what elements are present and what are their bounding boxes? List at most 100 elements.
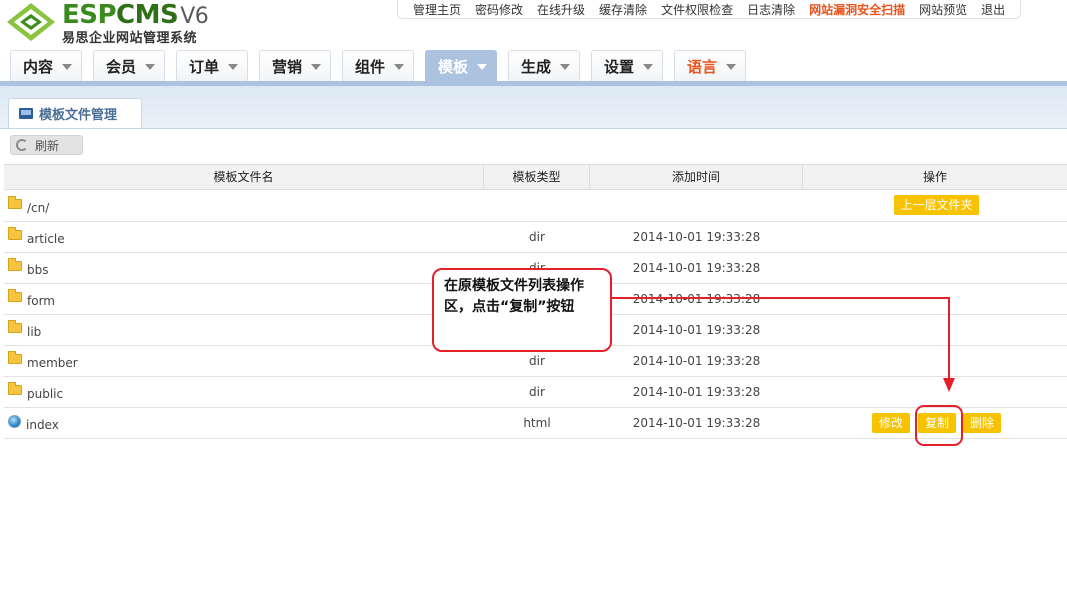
nav-template[interactable]: 模板 bbox=[425, 50, 497, 82]
file-name-cell[interactable]: bbs bbox=[4, 253, 484, 283]
toplink-clear-cache[interactable]: 缓存清除 bbox=[599, 1, 647, 18]
nav-label: 内容 bbox=[23, 58, 54, 76]
file-time bbox=[590, 191, 803, 221]
web-page-icon bbox=[8, 414, 21, 428]
file-name: bbs bbox=[27, 263, 49, 277]
arrow-down-icon bbox=[943, 378, 955, 392]
refresh-icon bbox=[16, 139, 28, 151]
refresh-button[interactable]: 刷新 bbox=[10, 135, 83, 155]
actions-cell bbox=[803, 222, 1067, 252]
logo-mark-icon bbox=[7, 3, 55, 41]
chevron-down-icon bbox=[62, 64, 72, 70]
file-type bbox=[484, 191, 590, 221]
annotation-arrow-line bbox=[948, 297, 950, 381]
folder-icon bbox=[8, 320, 22, 333]
toplink-home[interactable]: 管理主页 bbox=[413, 1, 461, 18]
folder-icon bbox=[8, 227, 22, 240]
logo: ESPCMSV6 易思企业网站管理系统 bbox=[4, 0, 219, 46]
nav-label: 模板 bbox=[438, 58, 469, 76]
main-nav: 内容 会员 订单 营销 组件 模板 生成 设置 语言 bbox=[0, 44, 1067, 82]
nav-content[interactable]: 内容 bbox=[10, 50, 82, 82]
sub-header: 模板文件管理 bbox=[0, 86, 1067, 129]
nav-language[interactable]: 语言 bbox=[674, 50, 746, 82]
toplink-logout[interactable]: 退出 bbox=[981, 1, 1005, 18]
nav-generate[interactable]: 生成 bbox=[508, 50, 580, 82]
file-time: 2014-10-01 19:33:28 bbox=[632, 261, 761, 275]
table-header: 模板文件名 模板类型 添加时间 操作 bbox=[4, 164, 1067, 190]
header-actions: 操作 bbox=[922, 170, 947, 184]
file-name: public bbox=[27, 387, 64, 401]
chevron-down-icon bbox=[228, 64, 238, 70]
delete-button[interactable]: 删除 bbox=[963, 413, 1001, 433]
chevron-down-icon bbox=[560, 64, 570, 70]
tab-label: 模板文件管理 bbox=[39, 108, 118, 123]
file-type: dir bbox=[529, 385, 545, 399]
chevron-down-icon bbox=[145, 64, 155, 70]
file-name-cell[interactable]: lib bbox=[4, 315, 484, 345]
brand-version: V6 bbox=[180, 4, 209, 29]
nav-order[interactable]: 订单 bbox=[176, 50, 248, 82]
nav-label: 设置 bbox=[604, 58, 635, 76]
file-type: html bbox=[523, 416, 551, 430]
toplink-upgrade[interactable]: 在线升级 bbox=[537, 1, 585, 18]
brand-part2: CMS bbox=[116, 0, 179, 30]
file-name-cell[interactable]: index bbox=[4, 408, 484, 438]
file-name-cell[interactable]: public bbox=[4, 377, 484, 407]
folder-icon bbox=[8, 289, 22, 302]
file-type: dir bbox=[529, 230, 545, 244]
file-time: 2014-10-01 19:33:28 bbox=[632, 354, 761, 368]
file-name-cell[interactable]: member bbox=[4, 346, 484, 376]
chevron-down-icon bbox=[643, 64, 653, 70]
file-name-cell[interactable]: /cn/ bbox=[4, 191, 484, 221]
nav-label: 会员 bbox=[106, 58, 137, 76]
chevron-down-icon bbox=[477, 64, 487, 70]
file-time: 2014-10-01 19:33:28 bbox=[632, 323, 761, 337]
toplink-permission-check[interactable]: 文件权限检查 bbox=[661, 1, 733, 18]
edit-button[interactable]: 修改 bbox=[872, 413, 910, 433]
file-name: article bbox=[27, 232, 65, 246]
nav-label: 订单 bbox=[189, 58, 220, 76]
actions-cell bbox=[803, 253, 1067, 283]
nav-marketing[interactable]: 营销 bbox=[259, 50, 331, 82]
file-name: form bbox=[27, 294, 55, 308]
toplink-password[interactable]: 密码修改 bbox=[475, 1, 523, 18]
tab-template-file-manage[interactable]: 模板文件管理 bbox=[8, 98, 142, 128]
file-name: index bbox=[26, 418, 59, 432]
actions-cell: 上一层文件夹 bbox=[803, 191, 1067, 221]
actions-cell bbox=[803, 346, 1067, 376]
file-time: 2014-10-01 19:33:28 bbox=[632, 385, 761, 399]
header-time: 添加时间 bbox=[590, 165, 803, 189]
actions-cell bbox=[803, 284, 1067, 314]
actions-cell bbox=[803, 377, 1067, 407]
annotation-arrow-line bbox=[612, 297, 950, 299]
file-name: lib bbox=[27, 325, 42, 339]
nav-label: 语言 bbox=[687, 58, 718, 76]
actions-cell bbox=[803, 315, 1067, 345]
folder-icon bbox=[8, 196, 22, 209]
chevron-down-icon bbox=[311, 64, 321, 70]
file-name-cell[interactable]: form bbox=[4, 284, 484, 314]
toplink-security-scan[interactable]: 网站漏洞安全扫描 bbox=[809, 1, 905, 18]
brand-part1: ESP bbox=[62, 0, 117, 30]
nav-label: 营销 bbox=[272, 58, 303, 76]
nav-label: 生成 bbox=[521, 58, 552, 76]
header-type: 模板类型 bbox=[484, 165, 590, 189]
toplink-preview[interactable]: 网站预览 bbox=[919, 1, 967, 18]
refresh-label: 刷新 bbox=[35, 138, 60, 153]
parent-folder-button[interactable]: 上一层文件夹 bbox=[894, 195, 979, 215]
table-row: article dir 2014-10-01 19:33:28 bbox=[4, 222, 1067, 253]
header-file-name: 模板文件名 bbox=[4, 165, 484, 189]
nav-member[interactable]: 会员 bbox=[93, 50, 165, 82]
table-row: /cn/ 上一层文件夹 bbox=[4, 191, 1067, 222]
folder-icon bbox=[8, 351, 22, 364]
monitor-icon bbox=[19, 108, 33, 119]
top-links-bar: 管理主页 密码修改 在线升级 缓存清除 文件权限检查 日志清除 网站漏洞安全扫描… bbox=[397, 0, 1022, 19]
nav-settings[interactable]: 设置 bbox=[591, 50, 663, 82]
file-name: member bbox=[27, 356, 78, 370]
toplink-clear-log[interactable]: 日志清除 bbox=[747, 1, 795, 18]
chevron-down-icon bbox=[394, 64, 404, 70]
copy-button-highlight bbox=[915, 405, 963, 446]
nav-component[interactable]: 组件 bbox=[342, 50, 414, 82]
file-name-cell[interactable]: article bbox=[4, 222, 484, 252]
folder-icon bbox=[8, 382, 22, 395]
